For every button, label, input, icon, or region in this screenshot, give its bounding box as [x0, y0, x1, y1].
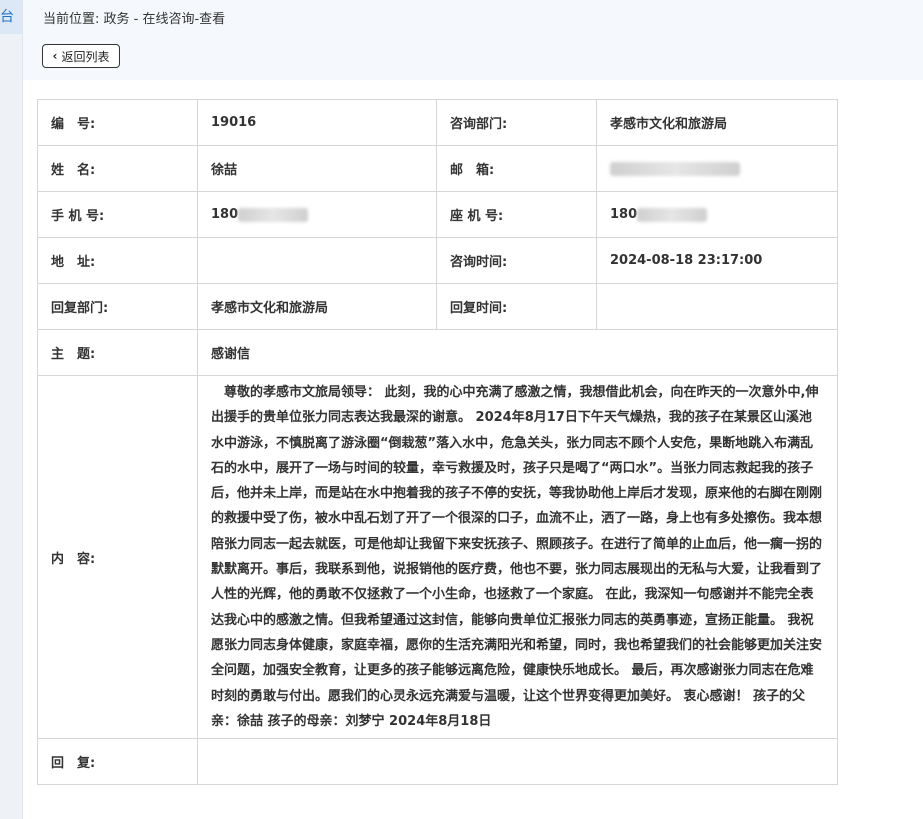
content-text: 尊敬的孝感市文旅局领导： 此刻，我的心中充满了感激之情，我想借此机会，向在昨天的…: [211, 385, 823, 729]
landline-value: 180: [596, 191, 838, 238]
name-value: 徐喆: [197, 145, 437, 192]
table-row: 地 址: 咨询时间: 2024-08-18 23:17:00: [37, 237, 838, 284]
department-label: 咨询部门:: [436, 99, 597, 146]
reply-time-value: [596, 283, 838, 330]
consult-time-label: 咨询时间:: [436, 237, 597, 284]
table-row: 手 机 号: 180 座 机 号: 180: [37, 191, 838, 238]
detail-card: 编 号: 19016 咨询部门: 孝感市文化和旅游局 姓 名: 徐喆 邮 箱: …: [23, 80, 923, 819]
landline-prefix: 180: [610, 207, 638, 222]
table-row: 姓 名: 徐喆 邮 箱:: [37, 145, 838, 192]
consult-time-value: 2024-08-18 23:17:00: [596, 237, 838, 284]
sidebar-active-tab[interactable]: 台: [0, 0, 22, 34]
table-row: 主 题: 感谢信: [37, 329, 838, 376]
detail-table: 编 号: 19016 咨询部门: 孝感市文化和旅游局 姓 名: 徐喆 邮 箱: …: [37, 99, 838, 786]
subject-label: 主 题:: [37, 329, 198, 376]
content-cell: 尊敬的孝感市文旅局领导： 此刻，我的心中充满了感激之情，我想借此机会，向在昨天的…: [197, 374, 838, 740]
mobile-label: 手 机 号:: [37, 191, 198, 238]
table-row: 回 复:: [37, 738, 838, 786]
table-row: 编 号: 19016 咨询部门: 孝感市文化和旅游局: [37, 99, 838, 146]
number-label: 编 号:: [37, 99, 198, 146]
mobile-prefix: 180: [211, 207, 239, 222]
content-label: 内 容:: [37, 374, 198, 740]
back-to-list-button[interactable]: ‹ 返回列表: [42, 44, 120, 68]
back-to-list-label: 返回列表: [61, 49, 110, 64]
number-value: 19016: [197, 99, 437, 146]
reply-value: [197, 738, 838, 786]
reply-label: 回 复:: [37, 738, 198, 786]
name-label: 姓 名:: [37, 145, 198, 192]
reply-time-label: 回复时间:: [436, 283, 597, 330]
breadcrumb: 当前位置: 政务 - 在线咨询-查看: [43, 12, 226, 27]
reply-department-value: 孝感市文化和旅游局: [197, 283, 437, 330]
table-row: 回复部门: 孝感市文化和旅游局 回复时间:: [37, 283, 838, 330]
table-row: 内 容: 尊敬的孝感市文旅局领导： 此刻，我的心中充满了感激之情，我想借此机会，…: [37, 374, 838, 740]
address-label: 地 址:: [37, 237, 198, 284]
chevron-left-icon: ‹: [52, 49, 58, 63]
left-sidebar: 台: [0, 0, 23, 819]
mobile-value: 180: [197, 191, 437, 238]
redacted-mobile: [238, 207, 309, 222]
redacted-email: [610, 161, 740, 176]
subject-value: 感谢信: [197, 329, 838, 376]
reply-department-label: 回复部门:: [37, 283, 198, 330]
landline-label: 座 机 号:: [436, 191, 597, 238]
email-value: [596, 145, 838, 192]
department-value: 孝感市文化和旅游局: [596, 99, 838, 146]
page-header: 当前位置: 政务 - 在线咨询-查看 ‹ 返回列表: [23, 0, 923, 80]
redacted-landline: [637, 207, 708, 222]
address-value: [197, 237, 437, 284]
email-label: 邮 箱:: [436, 145, 597, 192]
